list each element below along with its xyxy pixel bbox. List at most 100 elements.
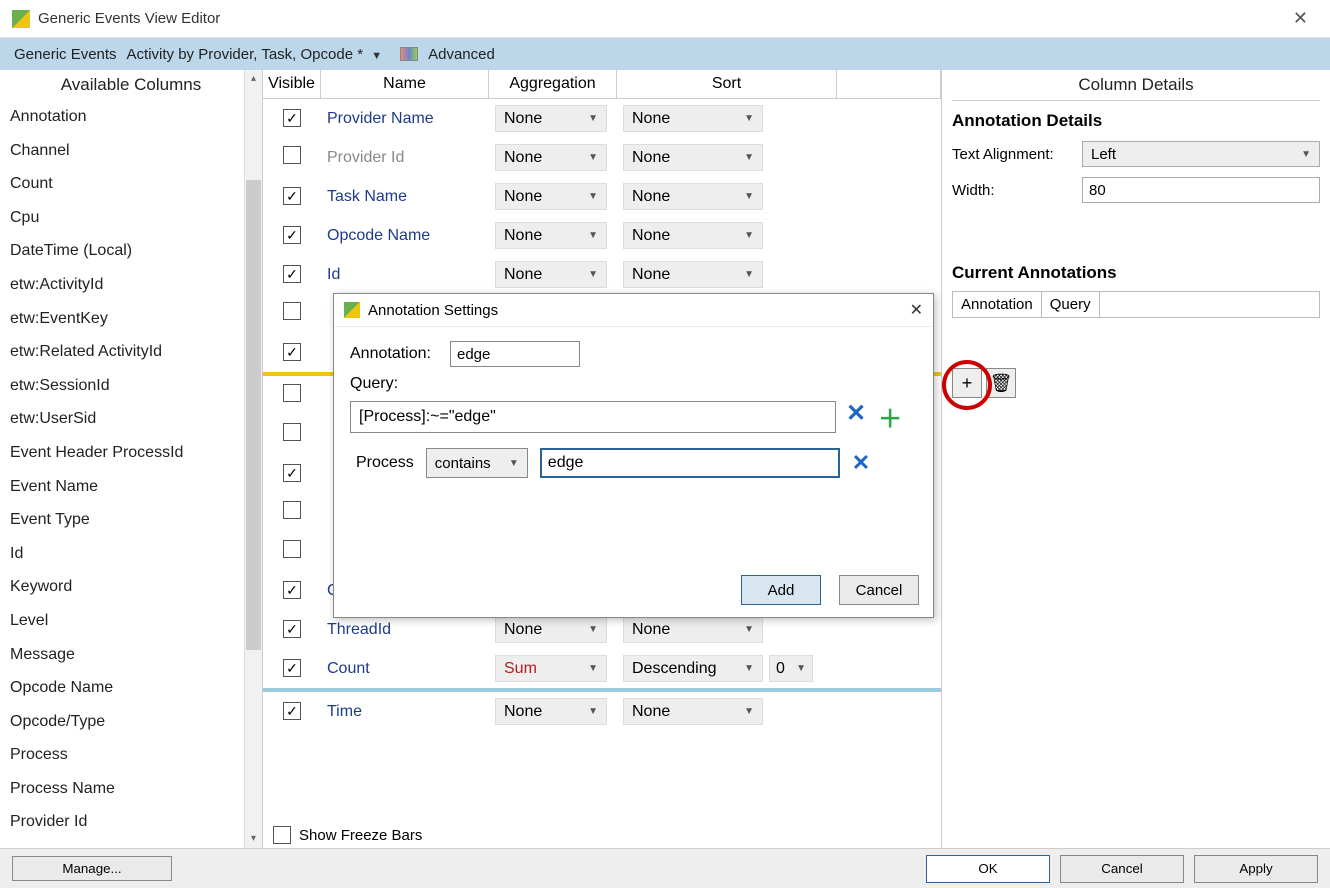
sort-select[interactable]: None▼ (623, 105, 763, 132)
available-column-item[interactable]: Id (0, 537, 262, 571)
aggregation-select[interactable]: Sum▼ (495, 655, 607, 682)
available-column-item[interactable]: Provider Id (0, 805, 262, 839)
available-column-item[interactable]: Message (0, 638, 262, 672)
available-column-item[interactable]: etw:ActivityId (0, 268, 262, 302)
query-input[interactable]: [Process]:~="edge" (350, 401, 836, 433)
column-row[interactable]: ✓ Provider Name None▼ None▼ (263, 99, 941, 138)
visible-checkbox[interactable]: ✓ (283, 109, 301, 127)
close-icon[interactable]: ✕ (1283, 4, 1318, 33)
ok-button[interactable]: OK (926, 855, 1050, 883)
dialog-cancel-button[interactable]: Cancel (839, 575, 919, 605)
clause-value-input[interactable] (540, 448, 840, 478)
column-name[interactable]: Provider Name (327, 110, 434, 127)
clear-query-icon[interactable]: ✕ (846, 399, 866, 434)
available-column-item[interactable]: Count (0, 167, 262, 201)
scroll-up-icon[interactable]: ▴ (245, 70, 262, 88)
freeze-bars-checkbox[interactable] (273, 826, 291, 844)
available-columns-list[interactable]: AnnotationChannelCountCpuDateTime (Local… (0, 100, 262, 848)
sort-select[interactable]: None▼ (623, 698, 763, 725)
column-row[interactable]: ✓ Count Sum▼ Descending▼0▼ (263, 649, 941, 688)
preset-dropdown[interactable]: Activity by Provider, Task, Opcode * ▼ (127, 46, 383, 63)
column-name[interactable]: Id (327, 266, 340, 283)
available-column-item[interactable]: Process Name (0, 772, 262, 806)
sort-select[interactable]: None▼ (623, 144, 763, 171)
delete-annotation-button[interactable]: 🗑 (986, 368, 1016, 398)
dialog-close-icon[interactable]: ✕ (910, 300, 923, 320)
visible-checkbox[interactable]: ✓ (283, 620, 301, 638)
available-column-item[interactable]: Keyword (0, 570, 262, 604)
column-row[interactable]: ✓ Id None▼ None▼ (263, 255, 941, 294)
menu-generic-events[interactable]: Generic Events (8, 44, 123, 65)
available-column-item[interactable]: Channel (0, 134, 262, 168)
add-annotation-button[interactable]: + (952, 368, 982, 398)
column-row[interactable]: ✓ Opcode Name None▼ None▼ (263, 216, 941, 255)
available-column-item[interactable]: Level (0, 604, 262, 638)
aggregation-select[interactable]: None▼ (495, 144, 607, 171)
aggregation-select[interactable]: None▼ (495, 698, 607, 725)
available-column-item[interactable]: Annotation (0, 100, 262, 134)
aggregation-select[interactable]: None▼ (495, 616, 607, 643)
column-row[interactable]: ✓ Time None▼ None▼ (263, 692, 941, 731)
sort-priority-select[interactable]: 0▼ (769, 655, 813, 682)
column-row[interactable]: Provider Id None▼ None▼ (263, 138, 941, 177)
available-column-item[interactable]: Event Header ProcessId (0, 436, 262, 470)
column-name[interactable]: Task Name (327, 188, 407, 205)
available-column-item[interactable]: etw:SessionId (0, 369, 262, 403)
add-clause-icon[interactable]: ＋ (878, 399, 902, 434)
visible-checkbox[interactable] (283, 146, 301, 164)
sort-select[interactable]: None▼ (623, 222, 763, 249)
column-name[interactable]: Count (327, 660, 370, 677)
available-column-item[interactable]: etw:EventKey (0, 302, 262, 336)
aggregation-select[interactable]: None▼ (495, 222, 607, 249)
available-column-item[interactable]: etw:UserSid (0, 402, 262, 436)
text-alignment-select[interactable]: Left▼ (1082, 141, 1320, 167)
aggregation-select[interactable]: None▼ (495, 105, 607, 132)
visible-checkbox[interactable]: ✓ (283, 659, 301, 677)
scroll-thumb[interactable] (246, 180, 261, 650)
column-name[interactable]: Time (327, 703, 362, 720)
sort-select[interactable]: None▼ (623, 616, 763, 643)
available-column-item[interactable]: Opcode Name (0, 671, 262, 705)
visible-checkbox[interactable]: ✓ (283, 265, 301, 283)
apply-button[interactable]: Apply (1194, 855, 1318, 883)
manage-button[interactable]: Manage... (12, 856, 172, 881)
available-column-item[interactable]: Opcode/Type (0, 705, 262, 739)
available-column-item[interactable]: Process (0, 738, 262, 772)
aggregation-select[interactable]: None▼ (495, 183, 607, 210)
visible-checkbox[interactable] (283, 423, 301, 441)
available-column-item[interactable]: Event Type (0, 503, 262, 537)
column-name[interactable]: Opcode Name (327, 227, 430, 244)
available-column-item[interactable]: Cpu (0, 201, 262, 235)
available-column-item[interactable]: Provider Name (0, 839, 262, 848)
visible-checkbox[interactable]: ✓ (283, 343, 301, 361)
annotation-input[interactable] (450, 341, 580, 367)
dialog-add-button[interactable]: Add (741, 575, 821, 605)
clause-operator-select[interactable]: contains▼ (426, 448, 528, 478)
visible-checkbox[interactable] (283, 302, 301, 320)
visible-checkbox[interactable]: ✓ (283, 464, 301, 482)
available-column-item[interactable]: Event Name (0, 470, 262, 504)
scroll-down-icon[interactable]: ▾ (245, 830, 262, 848)
visible-checkbox[interactable]: ✓ (283, 226, 301, 244)
visible-checkbox[interactable] (283, 384, 301, 402)
column-name[interactable]: ThreadId (327, 621, 391, 638)
sort-select[interactable]: None▼ (623, 261, 763, 288)
aggregation-select[interactable]: None▼ (495, 261, 607, 288)
width-input[interactable] (1082, 177, 1320, 203)
sort-select[interactable]: Descending▼ (623, 655, 763, 682)
available-column-item[interactable]: etw:Related ActivityId (0, 335, 262, 369)
column-row[interactable]: ✓ Task Name None▼ None▼ (263, 177, 941, 216)
visible-checkbox[interactable]: ✓ (283, 581, 301, 599)
available-column-item[interactable]: DateTime (Local) (0, 234, 262, 268)
footer: Manage... OK Cancel Apply (0, 848, 1330, 888)
visible-checkbox[interactable] (283, 540, 301, 558)
menu-advanced[interactable]: Advanced (428, 46, 495, 63)
visible-checkbox[interactable]: ✓ (283, 187, 301, 205)
scrollbar[interactable]: ▴ ▾ (244, 70, 262, 848)
sort-select[interactable]: None▼ (623, 183, 763, 210)
visible-checkbox[interactable]: ✓ (283, 702, 301, 720)
visible-checkbox[interactable] (283, 501, 301, 519)
remove-clause-icon[interactable]: ✕ (852, 450, 870, 476)
column-name[interactable]: Provider Id (327, 149, 404, 166)
cancel-button[interactable]: Cancel (1060, 855, 1184, 883)
